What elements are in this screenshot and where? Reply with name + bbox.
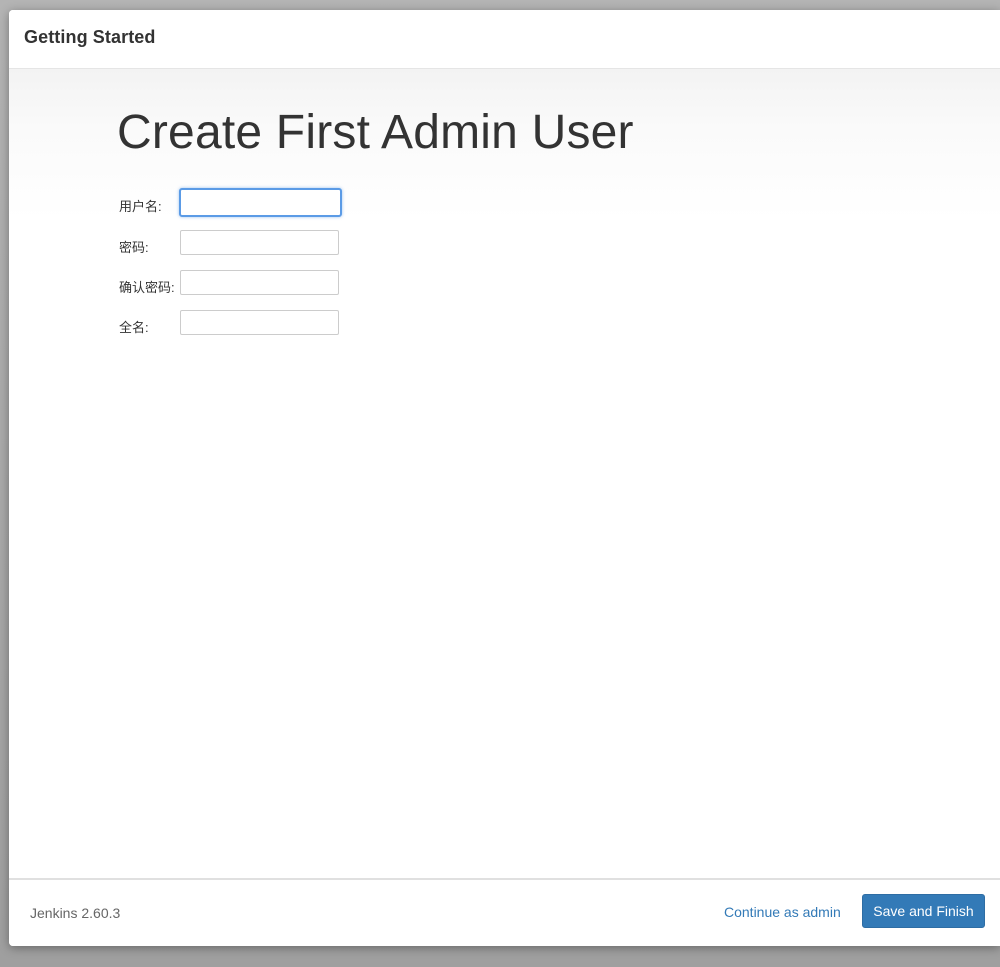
dialog-title: Getting Started bbox=[24, 27, 156, 47]
dialog-body: Create First Admin User 用户名: 密码: 确认密码: 全… bbox=[9, 69, 1000, 878]
page-title: Create First Admin User bbox=[117, 106, 634, 159]
confirm-password-label: 确认密码: bbox=[119, 280, 175, 295]
username-row: 用户名: bbox=[119, 188, 359, 219]
dialog-header: Getting Started bbox=[9, 10, 1000, 69]
version-label: Jenkins 2.60.3 bbox=[30, 905, 121, 921]
full-name-input[interactable] bbox=[180, 310, 339, 335]
password-input[interactable] bbox=[180, 230, 339, 255]
full-name-label: 全名: bbox=[119, 320, 149, 335]
continue-as-admin-link[interactable]: Continue as admin bbox=[724, 904, 841, 920]
dialog-footer: Jenkins 2.60.3 Continue as admin Save an… bbox=[9, 878, 1000, 946]
setup-wizard-dialog: Getting Started Create First Admin User … bbox=[9, 10, 1000, 946]
confirm-password-input[interactable] bbox=[180, 270, 339, 295]
username-input[interactable] bbox=[179, 188, 342, 217]
save-and-finish-button[interactable]: Save and Finish bbox=[862, 894, 985, 928]
username-label: 用户名: bbox=[119, 199, 162, 214]
password-row: 密码: bbox=[119, 230, 359, 260]
full-name-row: 全名: bbox=[119, 310, 359, 340]
confirm-password-row: 确认密码: bbox=[119, 270, 359, 300]
password-label: 密码: bbox=[119, 240, 149, 255]
